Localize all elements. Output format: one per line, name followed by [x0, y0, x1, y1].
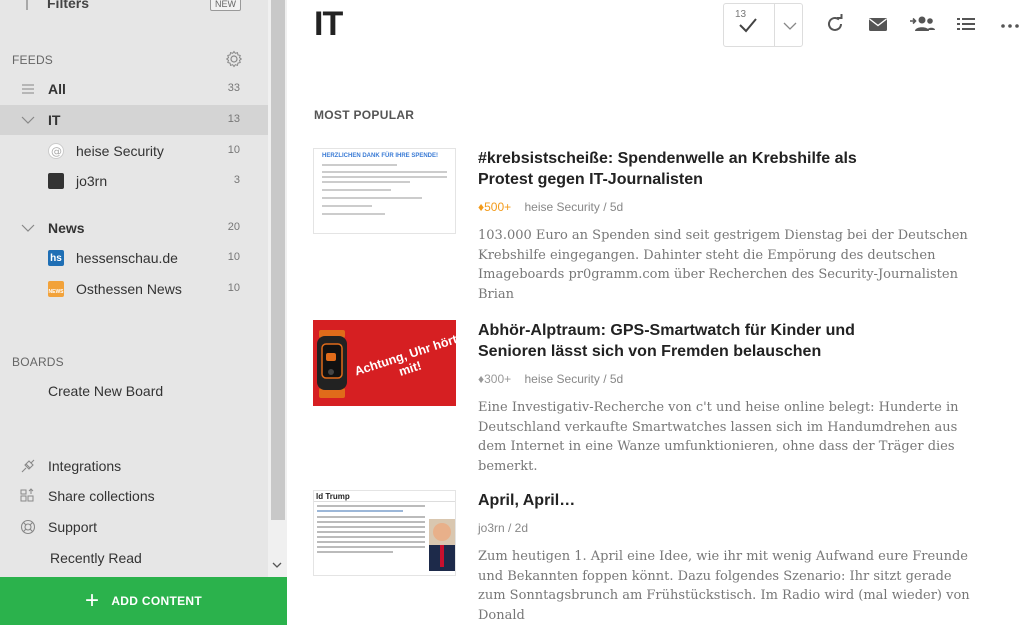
popularity-count: 300+: [484, 372, 512, 386]
mark-as-read-button[interactable]: 13: [723, 3, 803, 47]
sidebar-item-osthessen-news[interactable]: NEWS Osthessen News 10: [0, 274, 268, 304]
plug-icon: [20, 458, 36, 474]
chevron-down-icon[interactable]: [20, 220, 36, 236]
plus-icon: +: [85, 587, 100, 614]
article-meta: ♦300+ heise Security / 5d: [478, 372, 623, 386]
article-summary: Zum heutigen 1. April eine Idee, wie ihr…: [478, 549, 970, 623]
unread-count: 33: [227, 82, 240, 94]
sidebar-item-label: Osthessen News: [76, 281, 182, 297]
create-board-label: Create New Board: [48, 383, 164, 399]
unread-count: 13: [227, 113, 240, 125]
mail-icon[interactable]: [867, 13, 889, 35]
thumbnail-heading: ld Trump: [314, 491, 455, 502]
filters-link[interactable]: Filters: [47, 0, 89, 11]
sidebar-item-it[interactable]: IT 13: [0, 105, 268, 135]
more-options-icon[interactable]: [999, 13, 1021, 35]
add-content-label: ADD CONTENT: [111, 594, 202, 608]
sidebar-item-label: Recently Read: [50, 550, 142, 566]
filter-icon: [20, 0, 34, 13]
article-card[interactable]: HERZLICHEN DANK FÜR IHRE SPENDE! #krebsi…: [313, 148, 1013, 302]
divider: [774, 4, 775, 46]
feeds-section-label: FEEDS: [12, 53, 54, 67]
article-card[interactable]: ld Trump April, April… jo3rn / 2d Zum he…: [313, 490, 1013, 625]
share-icon: [20, 488, 36, 504]
sidebar-item-news[interactable]: News 20: [0, 213, 268, 243]
refresh-icon[interactable]: [824, 13, 846, 35]
sidebar-item-recently-read[interactable]: Recently Read: [0, 543, 268, 573]
scroll-down-arrow-icon[interactable]: [272, 560, 282, 572]
osthessen-favicon-icon: NEWS: [48, 281, 64, 297]
hessenschau-favicon-icon: hs: [48, 250, 64, 266]
sidebar-item-label: IT: [48, 112, 61, 128]
sidebar-item-heise-security[interactable]: @ heise Security 10: [0, 136, 268, 166]
sidebar-scroll-thumb[interactable]: [271, 0, 285, 520]
check-icon: [738, 16, 758, 39]
jo3rn-favicon-icon: [48, 173, 64, 189]
article-source[interactable]: heise Security / 5d: [525, 372, 624, 386]
sidebar-item-label: News: [48, 220, 85, 236]
sidebar-item-integrations[interactable]: Integrations: [0, 451, 268, 481]
main-content: IT 13 MOST POPULAR HERZLICHEN DANK FÜR I…: [287, 0, 1024, 625]
unread-count: 20: [227, 221, 240, 233]
heise-favicon-icon: @: [48, 143, 64, 159]
chevron-down-icon[interactable]: [782, 19, 798, 37]
article-thumbnail[interactable]: Achtung, Uhr hört mit!: [313, 320, 456, 406]
section-heading-most-popular: MOST POPULAR: [314, 108, 415, 122]
portrait-image: [429, 519, 455, 571]
thumbnail-heading: HERZLICHEN DANK FÜR IHRE SPENDE!: [322, 153, 439, 159]
sidebar: Filters NEW FEEDS All 33 IT 13 @ heise S…: [0, 0, 268, 625]
sidebar-item-label: All: [48, 81, 66, 97]
article-title[interactable]: Abhör-Alptraum: GPS-Smartwatch für Kinde…: [478, 320, 898, 362]
add-content-button[interactable]: + ADD CONTENT: [0, 577, 287, 625]
unread-count: 3: [233, 174, 240, 186]
chevron-down-icon[interactable]: [20, 112, 36, 128]
article-source[interactable]: heise Security / 5d: [525, 200, 624, 214]
lifebuoy-icon: [20, 519, 36, 535]
sidebar-item-label: Share collections: [48, 488, 155, 504]
unread-count: 10: [227, 144, 240, 156]
sidebar-item-support[interactable]: Support: [0, 512, 268, 542]
sidebar-item-share-collections[interactable]: Share collections: [0, 481, 268, 511]
article-title[interactable]: #krebsistscheiße: Spendenwelle an Krebsh…: [478, 148, 898, 190]
sidebar-item-label: jo3rn: [76, 173, 108, 189]
article-summary: 103.000 Euro an Spenden sind seit gestri…: [478, 228, 968, 302]
list-view-icon[interactable]: [955, 13, 977, 35]
popularity-count: 500+: [484, 200, 512, 214]
team-share-icon[interactable]: [909, 13, 937, 35]
article-thumbnail[interactable]: HERZLICHEN DANK FÜR IHRE SPENDE!: [313, 148, 456, 234]
sidebar-item-jo3rn[interactable]: jo3rn 3: [0, 166, 268, 196]
article-thumbnail[interactable]: ld Trump: [313, 490, 456, 576]
create-new-board-link[interactable]: Create New Board: [0, 376, 268, 406]
page-title: IT: [314, 5, 343, 43]
svg-text:@: @: [51, 145, 62, 158]
gear-icon[interactable]: [225, 50, 243, 68]
article-title[interactable]: April, April…: [478, 490, 898, 511]
sidebar-item-label: heise Security: [76, 143, 164, 159]
article-card[interactable]: Achtung, Uhr hört mit! Abhör-Alptraum: G…: [313, 320, 1013, 474]
list-icon: [20, 81, 36, 97]
sidebar-item-label: hessenschau.de: [76, 250, 178, 266]
boards-section-label: BOARDS: [12, 355, 64, 369]
sidebar-item-all[interactable]: All 33: [0, 74, 268, 104]
unread-count: 10: [227, 282, 240, 294]
article-summary: Eine Investigativ-Recherche von c't und …: [478, 400, 959, 474]
article-source[interactable]: jo3rn / 2d: [478, 521, 528, 535]
sidebar-item-label: Integrations: [48, 458, 122, 474]
sidebar-item-hessenschau[interactable]: hs hessenschau.de 10: [0, 243, 268, 273]
unread-count: 10: [227, 251, 240, 263]
article-meta: jo3rn / 2d: [478, 521, 528, 535]
article-meta: ♦500+ heise Security / 5d: [478, 200, 623, 214]
sidebar-item-label: Support: [48, 519, 98, 535]
new-badge: NEW: [210, 0, 241, 11]
